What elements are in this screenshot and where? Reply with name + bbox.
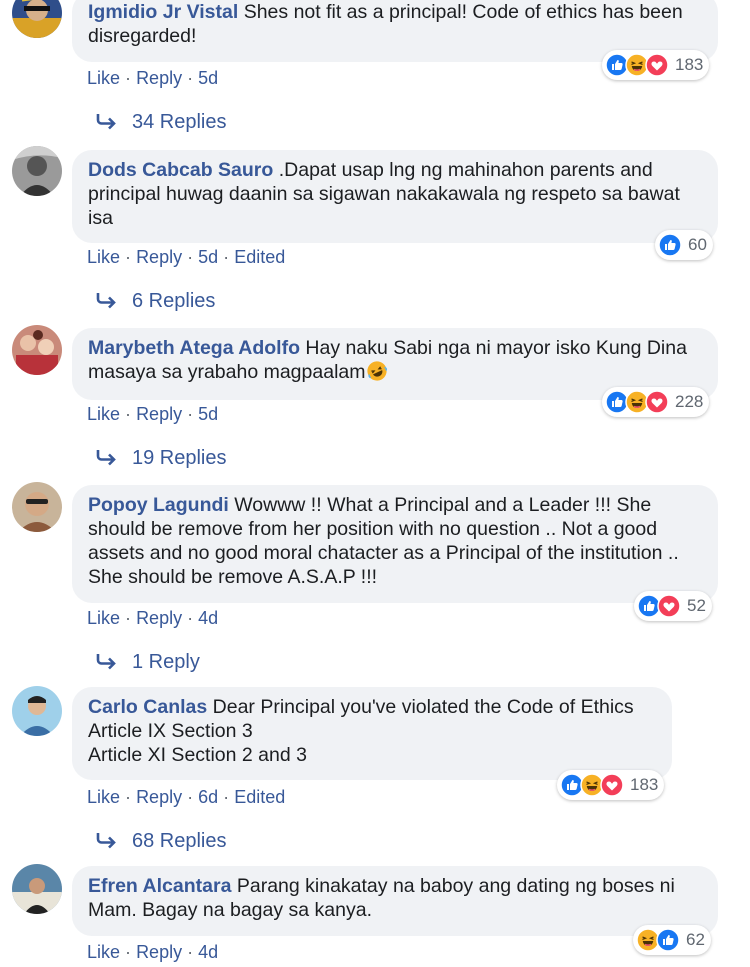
- separator: ·: [187, 404, 194, 424]
- separator: ·: [125, 787, 132, 807]
- reaction-summary[interactable]: 60: [655, 230, 713, 260]
- separator: ·: [187, 247, 194, 267]
- avatar[interactable]: [12, 146, 62, 196]
- reaction-count: 183: [630, 775, 659, 794]
- comment-actions: Like · Reply · 4d: [87, 941, 218, 963]
- comment-actions: Like · Reply · 4d: [87, 607, 218, 629]
- reply-arrow-icon: [96, 114, 116, 130]
- comment-bubble: Carlo Canlas Dear Principal you've viola…: [72, 687, 672, 780]
- reply-arrow-icon: [96, 450, 116, 466]
- avatar[interactable]: [12, 864, 62, 914]
- timestamp-link[interactable]: 4d: [198, 608, 218, 628]
- reply-link[interactable]: Reply: [136, 787, 182, 807]
- like-link[interactable]: Like: [87, 787, 120, 807]
- reaction-summary[interactable]: 52: [634, 591, 712, 621]
- love-reaction-icon: [645, 53, 669, 77]
- reaction-count: 52: [687, 596, 706, 615]
- timestamp-link[interactable]: 5d: [198, 68, 218, 88]
- comment-text-line: Article XI Section 2 and 3: [88, 744, 307, 766]
- view-replies-link[interactable]: 6 Replies: [96, 289, 215, 313]
- separator: ·: [125, 247, 132, 267]
- edited-label[interactable]: Edited: [234, 247, 285, 267]
- replies-count[interactable]: 1 Reply: [132, 651, 200, 673]
- reply-arrow-icon: [96, 654, 116, 670]
- commenter-name[interactable]: Dods Cabcab Sauro: [88, 159, 273, 181]
- comment-text-line: Article IX Section 3: [88, 720, 253, 742]
- separator: ·: [187, 68, 194, 88]
- comment-actions: Like · Reply · 5d: [87, 403, 218, 425]
- comment-actions: Like · Reply · 6d · Edited: [87, 786, 285, 808]
- separator: ·: [223, 247, 230, 267]
- commenter-name[interactable]: Marybeth Atega Adolfo: [88, 337, 300, 359]
- reply-link[interactable]: Reply: [136, 68, 182, 88]
- reply-link[interactable]: Reply: [136, 404, 182, 424]
- replies-count[interactable]: 68 Replies: [132, 830, 227, 852]
- commenter-name[interactable]: Popoy Lagundi: [88, 494, 229, 516]
- comment-text-line: Dear Principal you've violated the Code …: [212, 696, 634, 718]
- avatar[interactable]: [12, 686, 62, 736]
- comment-bubble: Dods Cabcab Sauro .Dapat usap lng ng mah…: [72, 150, 718, 243]
- view-replies-link[interactable]: 68 Replies: [96, 829, 227, 853]
- comment-bubble: Popoy Lagundi Wowww !! What a Principal …: [72, 485, 718, 603]
- commenter-name[interactable]: Efren Alcantara: [88, 875, 231, 897]
- love-reaction-icon: [645, 390, 669, 414]
- separator: ·: [187, 942, 194, 962]
- like-link[interactable]: Like: [87, 247, 120, 267]
- reaction-count: 60: [688, 235, 707, 254]
- comment-bubble: Efren Alcantara Parang kinakatay na babo…: [72, 866, 718, 936]
- commenter-name[interactable]: Igmidio Jr Vistal: [88, 1, 238, 23]
- like-link[interactable]: Like: [87, 942, 120, 962]
- separator: ·: [125, 608, 132, 628]
- commenter-name[interactable]: Carlo Canlas: [88, 696, 207, 718]
- reply-arrow-icon: [96, 833, 116, 849]
- timestamp-link[interactable]: 6d: [198, 787, 218, 807]
- avatar[interactable]: [12, 325, 62, 375]
- timestamp-link[interactable]: 5d: [198, 404, 218, 424]
- replies-count[interactable]: 19 Replies: [132, 447, 227, 469]
- view-replies-link[interactable]: 1 Reply: [96, 650, 200, 674]
- separator: ·: [125, 942, 132, 962]
- reaction-summary[interactable]: 183: [557, 770, 665, 800]
- reply-link[interactable]: Reply: [136, 608, 182, 628]
- like-link[interactable]: Like: [87, 68, 120, 88]
- timestamp-link[interactable]: 5d: [198, 247, 218, 267]
- like-reaction-icon: [658, 233, 682, 257]
- reaction-summary[interactable]: 62: [633, 925, 711, 955]
- separator: ·: [187, 787, 194, 807]
- comment-actions: Like · Reply · 5d: [87, 67, 218, 89]
- avatar[interactable]: [12, 482, 62, 532]
- rolling-laughing-emoji-icon: [366, 361, 387, 381]
- reply-arrow-icon: [96, 293, 116, 309]
- replies-count[interactable]: 34 Replies: [132, 111, 227, 133]
- reply-link[interactable]: Reply: [136, 247, 182, 267]
- reaction-summary[interactable]: 228: [602, 387, 710, 417]
- timestamp-link[interactable]: 4d: [198, 942, 218, 962]
- reaction-count: 62: [686, 930, 705, 949]
- reaction-count: 228: [675, 392, 704, 411]
- comment-actions: Like · Reply · 5d · Edited: [87, 246, 285, 268]
- love-reaction-icon: [657, 594, 681, 618]
- separator: ·: [187, 608, 194, 628]
- like-reaction-icon: [656, 928, 680, 952]
- reaction-count: 183: [675, 55, 704, 74]
- view-replies-link[interactable]: 19 Replies: [96, 446, 227, 470]
- like-link[interactable]: Like: [87, 608, 120, 628]
- separator: ·: [125, 68, 132, 88]
- separator: ·: [223, 787, 230, 807]
- replies-count[interactable]: 6 Replies: [132, 290, 215, 312]
- separator: ·: [125, 404, 132, 424]
- like-link[interactable]: Like: [87, 404, 120, 424]
- view-replies-link[interactable]: 34 Replies: [96, 110, 227, 134]
- edited-label[interactable]: Edited: [234, 787, 285, 807]
- reply-link[interactable]: Reply: [136, 942, 182, 962]
- avatar[interactable]: [12, 0, 62, 38]
- love-reaction-icon: [600, 773, 624, 797]
- reaction-summary[interactable]: 183: [602, 50, 710, 80]
